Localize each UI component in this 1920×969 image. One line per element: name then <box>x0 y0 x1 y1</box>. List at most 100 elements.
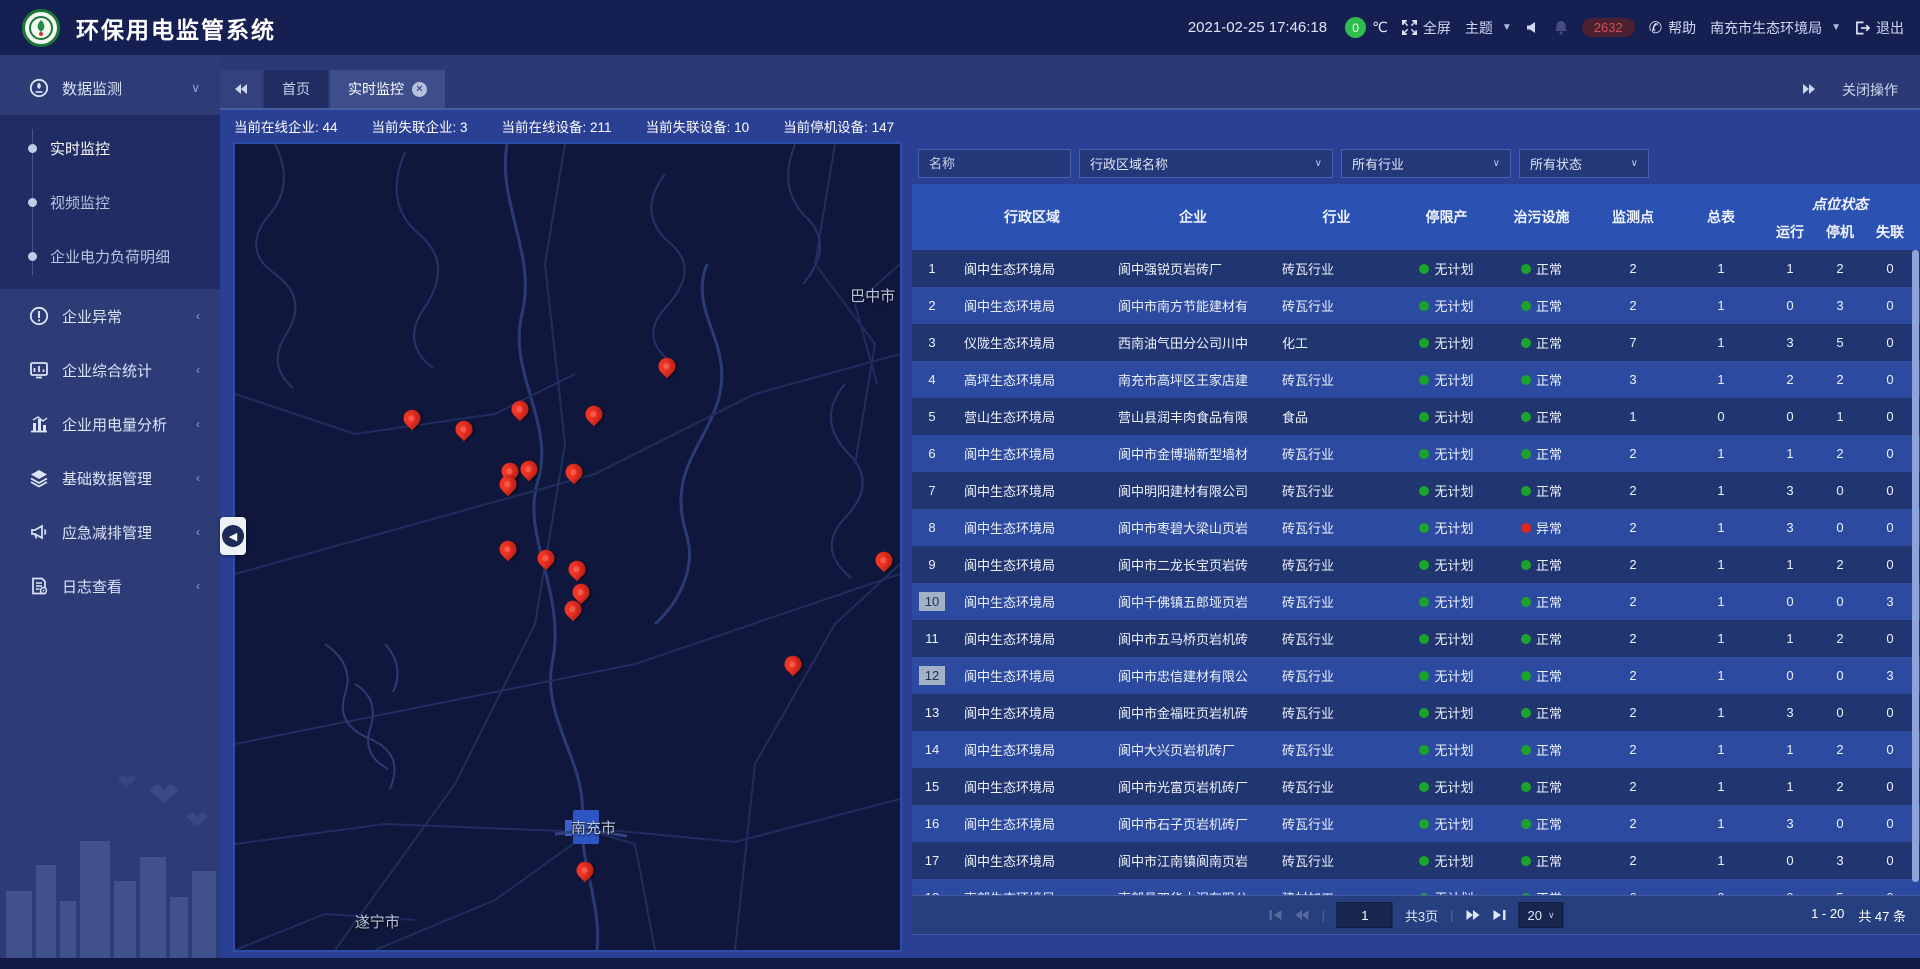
cell-company: 阆中市五马桥页岩机砖 <box>1112 629 1274 648</box>
status-dot-icon <box>1419 819 1429 829</box>
status-filter-select[interactable]: 所有状态 ∨ <box>1519 149 1649 178</box>
cell-run-count: 3 <box>1765 483 1815 498</box>
table-row[interactable]: 3 仪陇生态环境局 西南油气田分公司川中 化工 无计划 正常 7 1 3 5 0 <box>912 324 1920 361</box>
tab-实时监控[interactable]: 实时监控✕ <box>330 70 445 108</box>
cell-stop-count: 2 <box>1815 446 1865 461</box>
sidebar-item-应急减排管理[interactable]: 应急减排管理‹ <box>0 505 220 559</box>
table-row[interactable]: 18 南部生态环境局 南部县双华水泥有限公 建材加工 无计划 正常 6 0 0 … <box>912 879 1920 895</box>
prev-page-button[interactable] <box>1294 909 1309 921</box>
sidebar-item-企业用电量分析[interactable]: 企业用电量分析‹ <box>0 397 220 451</box>
table-row[interactable]: 10 阆中生态环境局 阆中千佛镇五郎垭页岩 砖瓦行业 无计划 正常 2 1 0 … <box>912 583 1920 620</box>
table-row[interactable]: 5 营山生态环境局 营山县润丰肉食品有限 食品 无计划 正常 1 0 0 1 0 <box>912 398 1920 435</box>
status-dot-icon <box>1521 486 1531 496</box>
notification-count-badge[interactable]: 2632 <box>1582 18 1635 37</box>
sidebar-item-企业异常[interactable]: 企业异常‹ <box>0 289 220 343</box>
sidebar-item-企业综合统计[interactable]: 企业综合统计‹ <box>0 343 220 397</box>
industry-filter-select[interactable]: 所有行业 ∨ <box>1341 149 1511 178</box>
help-button[interactable]: ✆ 帮助 <box>1649 18 1696 38</box>
table-row[interactable]: 14 阆中生态环境局 阆中大兴页岩机砖厂 砖瓦行业 无计划 正常 2 1 1 2… <box>912 731 1920 768</box>
first-page-icon <box>1268 909 1282 921</box>
page-size-select[interactable]: 20 ∨ <box>1518 902 1563 928</box>
cell-industry: 砖瓦行业 <box>1274 592 1399 611</box>
cell-region: 阆中生态环境局 <box>952 851 1112 870</box>
tabs-scroll-right-button[interactable] <box>1802 82 1816 98</box>
sidebar-subitem-企业电力负荷明细[interactable]: 企业电力负荷明细 <box>0 229 220 283</box>
status-dot-icon <box>1521 264 1531 274</box>
cell-stop-count: 3 <box>1815 298 1865 313</box>
sidebar-item-label: 企业异常 <box>62 306 196 327</box>
page-number-input[interactable] <box>1337 902 1393 928</box>
table-scrollbar[interactable] <box>1912 250 1919 882</box>
cell-industry: 化工 <box>1274 333 1399 352</box>
last-page-icon <box>1492 909 1506 921</box>
next-page-button[interactable] <box>1465 909 1480 921</box>
org-dropdown[interactable]: 南充市生态环境局▼ <box>1710 18 1841 38</box>
total-count-label: 共 47 条 <box>1858 906 1906 925</box>
cell-run-count: 1 <box>1765 261 1815 276</box>
logout-button[interactable]: 退出 <box>1855 18 1904 38</box>
sidebar-item-数据监测[interactable]: 数据监测∨ <box>0 61 220 115</box>
table-row[interactable]: 4 高坪生态环境局 南充市高坪区王家店建 砖瓦行业 无计划 正常 3 1 2 2… <box>912 361 1920 398</box>
cell-region: 阆中生态环境局 <box>952 444 1112 463</box>
region-filter-select[interactable]: 行政区域名称 ∨ <box>1079 149 1333 178</box>
cell-industry: 砖瓦行业 <box>1274 814 1399 833</box>
table-row[interactable]: 16 阆中生态环境局 阆中市石子页岩机砖厂 砖瓦行业 无计划 正常 2 1 3 … <box>912 805 1920 842</box>
sidebar-subitem-视频监控[interactable]: 视频监控 <box>0 175 220 229</box>
table-row[interactable]: 9 阆中生态环境局 阆中市二龙长宝页岩砖 砖瓦行业 无计划 正常 2 1 1 2… <box>912 546 1920 583</box>
last-page-button[interactable] <box>1492 909 1506 921</box>
cell-run-count: 1 <box>1765 742 1815 757</box>
close-operations-button[interactable]: 关闭操作 <box>1842 80 1898 100</box>
theme-dropdown[interactable]: 主题▼ <box>1465 18 1512 38</box>
table-row[interactable]: 2 阆中生态环境局 阆中市南方节能建材有 砖瓦行业 无计划 正常 2 1 0 3… <box>912 287 1920 324</box>
cell-stop-limit-status: 无计划 <box>1399 370 1494 389</box>
cell-monitor-count: 2 <box>1589 261 1677 276</box>
table-row[interactable]: 7 阆中生态环境局 阆中明阳建材有限公司 砖瓦行业 无计划 正常 2 1 3 0… <box>912 472 1920 509</box>
cell-pollution-facility-status: 正常 <box>1494 444 1589 463</box>
row-index: 4 <box>919 370 945 389</box>
skyline-decoration <box>0 773 220 958</box>
cell-monitor-count: 2 <box>1589 594 1677 609</box>
prev-page-icon <box>1294 909 1309 921</box>
status-dot-icon <box>1521 523 1531 533</box>
tab-首页[interactable]: 首页 <box>264 70 328 108</box>
cell-stop-limit-status: 无计划 <box>1399 740 1494 759</box>
cell-monitor-count: 2 <box>1589 705 1677 720</box>
status-dot-icon <box>1419 634 1429 644</box>
sidebar-item-日志查看[interactable]: 日志查看‹ <box>0 559 220 613</box>
table-row[interactable]: 11 阆中生态环境局 阆中市五马桥页岩机砖 砖瓦行业 无计划 正常 2 1 1 … <box>912 620 1920 657</box>
cell-industry: 砖瓦行业 <box>1274 777 1399 796</box>
cell-company: 阆中市金博瑞新型墙材 <box>1112 444 1274 463</box>
column-running: 运行 <box>1765 222 1815 242</box>
table-row[interactable]: 15 阆中生态环境局 阆中市光富页岩机砖厂 砖瓦行业 无计划 正常 2 1 1 … <box>912 768 1920 805</box>
mute-button[interactable] <box>1526 21 1540 34</box>
cell-pollution-facility-status: 正常 <box>1494 296 1589 315</box>
table-row[interactable]: 17 阆中生态环境局 阆中市江南镇阆南页岩 砖瓦行业 无计划 正常 2 1 0 … <box>912 842 1920 879</box>
chevron-down-icon: ∨ <box>1493 158 1500 169</box>
sidebar-subitem-实时监控[interactable]: 实时监控 <box>0 121 220 175</box>
cell-meter-count: 1 <box>1677 557 1765 572</box>
status-dot-icon <box>1419 597 1429 607</box>
tabs-scroll-left-button[interactable] <box>220 70 262 108</box>
cell-industry: 食品 <box>1274 407 1399 426</box>
table-row[interactable]: 12 阆中生态环境局 阆中市忠信建材有限公 砖瓦行业 无计划 正常 2 1 0 … <box>912 657 1920 694</box>
cell-stop-limit-status: 无计划 <box>1399 444 1494 463</box>
cell-run-count: 1 <box>1765 779 1815 794</box>
row-index: 10 <box>919 592 945 611</box>
name-filter-input[interactable] <box>918 149 1071 178</box>
table-row[interactable]: 13 阆中生态环境局 阆中市金福旺页岩机砖 砖瓦行业 无计划 正常 2 1 3 … <box>912 694 1920 731</box>
cell-run-count: 3 <box>1765 705 1815 720</box>
table-row[interactable]: 1 阆中生态环境局 阆中强锐页岩砖厂 砖瓦行业 无计划 正常 2 1 1 2 0 <box>912 250 1920 287</box>
cell-monitor-count: 2 <box>1589 446 1677 461</box>
fullscreen-button[interactable]: 全屏 <box>1402 18 1451 38</box>
notification-bell-icon[interactable] <box>1554 20 1568 35</box>
sidebar-item-基础数据管理[interactable]: 基础数据管理‹ <box>0 451 220 505</box>
table-row[interactable]: 6 阆中生态环境局 阆中市金博瑞新型墙材 砖瓦行业 无计划 正常 2 1 1 2… <box>912 435 1920 472</box>
first-page-button[interactable] <box>1268 909 1282 921</box>
map-panel[interactable]: 巴中市南充市遂宁市 <box>233 142 902 952</box>
sidebar-collapse-handle[interactable]: ◀ <box>220 517 246 555</box>
cell-run-count: 0 <box>1765 409 1815 424</box>
city-label-南充市: 南充市 <box>571 817 616 838</box>
status-dot-icon <box>1419 375 1429 385</box>
tab-close-icon[interactable]: ✕ <box>412 82 427 97</box>
table-row[interactable]: 8 阆中生态环境局 阆中市枣碧大梁山页岩 砖瓦行业 无计划 异常 2 1 3 0… <box>912 509 1920 546</box>
